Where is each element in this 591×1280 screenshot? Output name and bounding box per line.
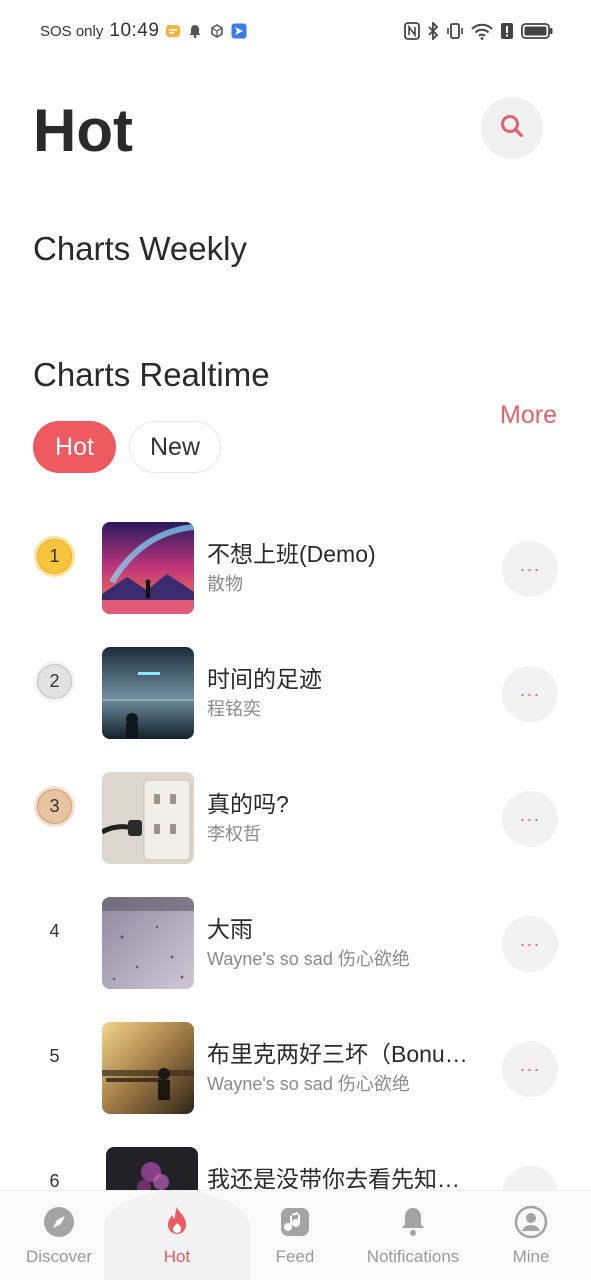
- alert-icon: [500, 22, 514, 45]
- user-icon: [514, 1205, 548, 1239]
- status-bar-right: [404, 20, 553, 45]
- album-cover: [102, 897, 194, 989]
- song-title: 大雨: [207, 916, 253, 942]
- nav-label: Mine: [512, 1247, 550, 1266]
- album-cover: [106, 1147, 198, 1190]
- status-bar-left: SOS only 10:49: [40, 20, 247, 42]
- rank-badge-silver: 2: [34, 661, 75, 702]
- more-link[interactable]: More: [500, 401, 557, 430]
- app-notification-icon: [231, 23, 247, 39]
- bottom-nav: Discover Hot Feed Notifications Mine: [0, 1190, 591, 1280]
- clock: 10:49: [109, 20, 160, 41]
- chart-row-6[interactable]: 6 我还是没带你去看先知… ···: [0, 1131, 591, 1190]
- rank-badge-bronze: 3: [34, 786, 75, 827]
- status-bar: SOS only 10:49: [0, 0, 591, 66]
- song-title: 我还是没带你去看先知…: [207, 1166, 460, 1190]
- nav-notifications[interactable]: Notifications: [354, 1191, 472, 1280]
- song-artist: Wayne's so sad 伤心欲绝: [207, 1074, 410, 1094]
- more-options-button[interactable]: ···: [502, 916, 558, 972]
- more-dots-icon: ···: [519, 558, 541, 579]
- song-title: 布里克两好三坏（Bonu…: [207, 1041, 468, 1067]
- bell-icon: [396, 1205, 430, 1239]
- charts-realtime-title: Charts Realtime: [33, 356, 270, 393]
- page-title: Hot: [33, 97, 133, 164]
- song-artist: 散物: [207, 574, 243, 594]
- more-options-button[interactable]: ···: [502, 541, 558, 597]
- song-title: 不想上班(Demo): [207, 541, 376, 567]
- song-artist: 程铭奕: [207, 699, 261, 719]
- chart-list: 1 不想上班(Demo) 散物 ··· 2 时间的足迹 程铭奕 ··· 3 真的…: [0, 506, 591, 1190]
- nav-feed[interactable]: Feed: [236, 1191, 354, 1280]
- more-options-button[interactable]: ···: [502, 666, 558, 722]
- nav-mine[interactable]: Mine: [472, 1191, 590, 1280]
- music-note-icon: [278, 1205, 312, 1239]
- nav-label: Discover: [25, 1247, 93, 1266]
- nav-label: Hot: [163, 1247, 191, 1266]
- rank-badge-gold: 1: [34, 536, 75, 577]
- rank-number: 5: [49, 1046, 60, 1066]
- nav-discover[interactable]: Discover: [0, 1191, 118, 1280]
- bell-icon: [187, 23, 203, 39]
- song-title: 真的吗?: [207, 791, 289, 817]
- more-options-button[interactable]: ···: [502, 1041, 558, 1097]
- nav-hot[interactable]: Hot: [118, 1191, 236, 1280]
- chart-row-3[interactable]: 3 真的吗? 李权哲 ···: [0, 756, 591, 881]
- song-title: 时间的足迹: [207, 666, 322, 692]
- more-dots-icon: ···: [519, 683, 541, 704]
- tab-new[interactable]: New: [129, 421, 221, 473]
- charts-weekly-title: Charts Weekly: [33, 230, 247, 267]
- chart-row-1[interactable]: 1 不想上班(Demo) 散物 ···: [0, 506, 591, 631]
- more-dots-icon: ···: [519, 933, 541, 954]
- message-icon: [165, 23, 181, 39]
- battery-icon: [521, 22, 553, 45]
- chart-row-5[interactable]: 5 布里克两好三坏（Bonu… Wayne's so sad 伤心欲绝 ···: [0, 1006, 591, 1131]
- song-artist: 李权哲: [207, 824, 261, 844]
- cube-icon: [209, 23, 225, 39]
- tab-hot[interactable]: Hot: [33, 421, 116, 473]
- nav-label: Feed: [275, 1247, 315, 1266]
- more-options-button[interactable]: ···: [502, 791, 558, 847]
- chart-row-4[interactable]: 4 大雨 Wayne's so sad 伤心欲绝 ···: [0, 881, 591, 1006]
- wifi-icon: [471, 22, 493, 45]
- song-artist: Wayne's so sad 伤心欲绝: [207, 949, 410, 969]
- album-cover: [102, 522, 194, 614]
- more-dots-icon: ···: [519, 808, 541, 829]
- search-icon: [499, 113, 525, 144]
- rank-number: 6: [49, 1171, 60, 1190]
- album-cover: [102, 647, 194, 739]
- rank-number: 4: [49, 921, 60, 941]
- carrier-text: SOS only: [40, 22, 104, 40]
- album-cover: [102, 1022, 194, 1114]
- nfc-icon: [404, 22, 420, 45]
- vibrate-icon: [446, 22, 464, 45]
- more-options-button[interactable]: ···: [502, 1166, 558, 1190]
- search-button[interactable]: [481, 97, 543, 159]
- compass-icon: [42, 1205, 76, 1239]
- flame-icon: [160, 1205, 194, 1239]
- nav-label: Notifications: [366, 1247, 460, 1266]
- more-dots-icon: ···: [519, 1058, 541, 1079]
- album-cover: [102, 772, 194, 864]
- bluetooth-icon: [427, 20, 439, 45]
- chart-row-2[interactable]: 2 时间的足迹 程铭奕 ···: [0, 631, 591, 756]
